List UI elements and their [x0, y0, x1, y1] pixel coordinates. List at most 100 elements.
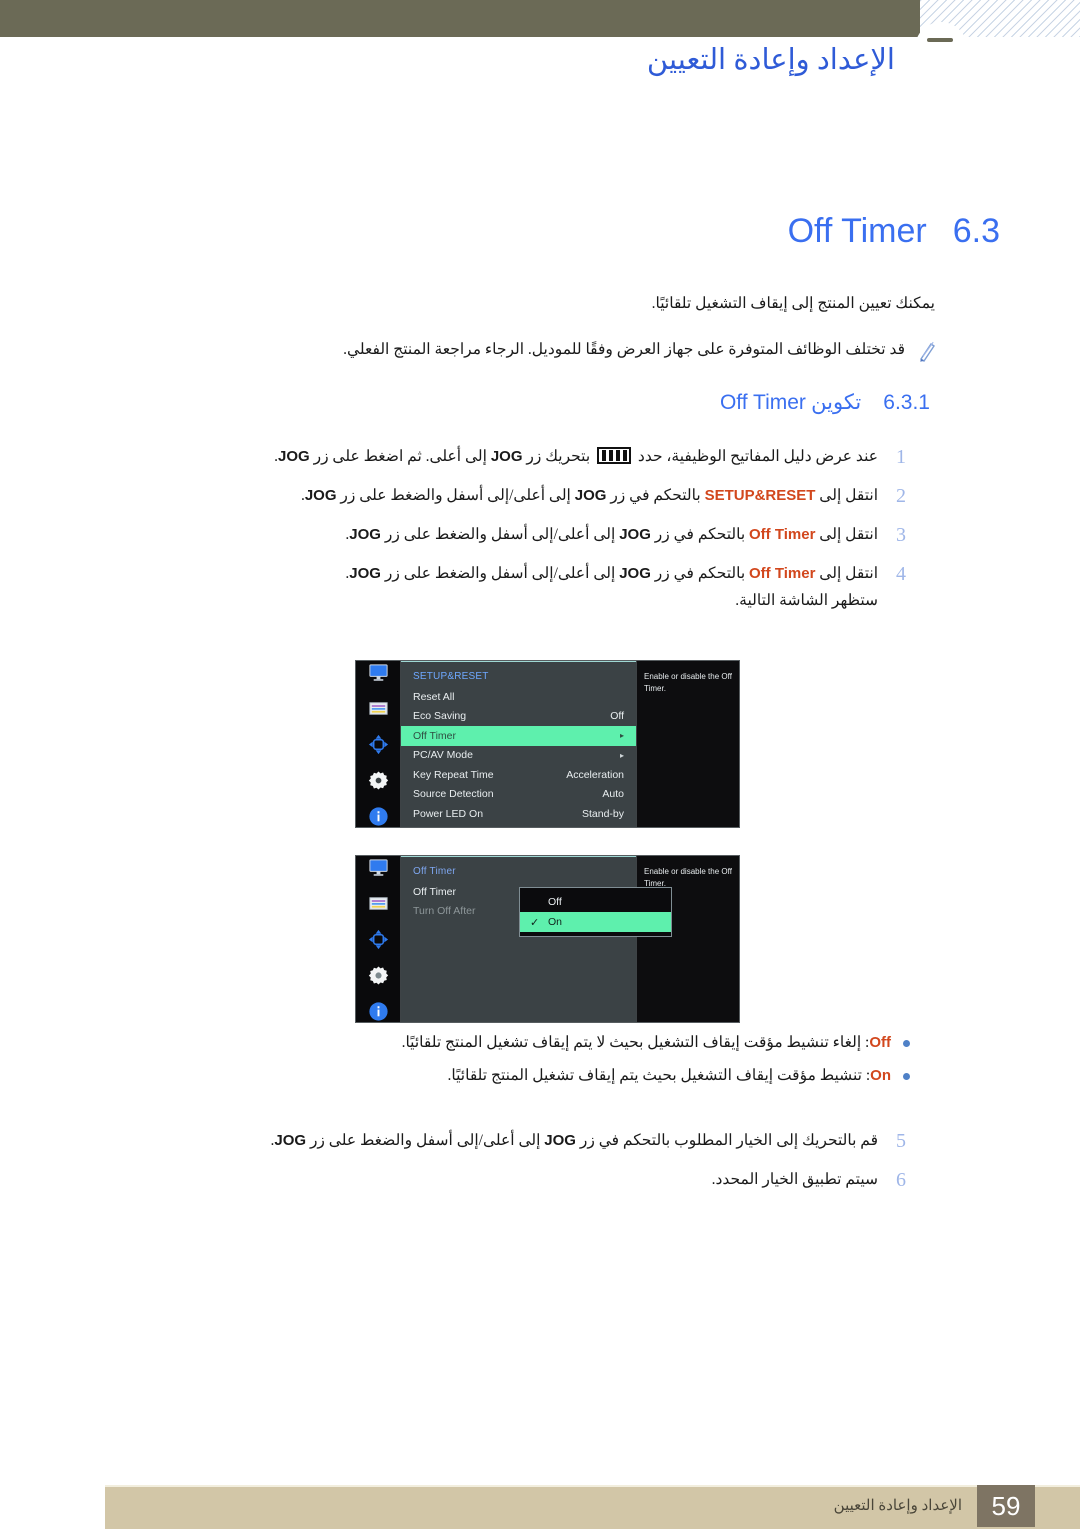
keyword-jog: JOG — [619, 565, 651, 582]
osd-row-reset-all[interactable]: Reset All — [401, 687, 636, 707]
bullet-item: On: تنشيط مؤقت إيقاف التشغيل بحيث يتم إي… — [170, 1063, 910, 1089]
keyword-jog: JOG — [574, 487, 607, 504]
header-band — [0, 0, 920, 37]
info-icon — [367, 1000, 390, 1023]
footer-caption: الإعداد وإعادة التعيين — [833, 1498, 962, 1514]
step-text-post: إلى أعلى/إلى أسفل والضغط على زر — [309, 1132, 541, 1149]
bullet-text: On: تنشيط مؤقت إيقاف التشغيل بحيث يتم إي… — [170, 1063, 891, 1089]
osd-screenshot-off-timer: Off Timer Off Timer Turn Off After Off ✓… — [355, 855, 740, 1023]
dropdown-option-on[interactable]: ✓ On — [520, 912, 671, 932]
osd-icon-rail — [356, 856, 401, 1022]
osd-menu-panel: Off Timer Off Timer Turn Off After Off ✓… — [401, 856, 672, 1022]
step-item: 5 قم بالتحريك إلى الخيار المطلوب بالتحكم… — [170, 1128, 910, 1155]
step-text-mid: بالتحكم في زر — [610, 487, 701, 504]
info-icon — [367, 805, 390, 828]
osd-help-text: Enable or disable the Off Timer. — [636, 856, 739, 1022]
osd-row-value: Auto — [602, 788, 624, 801]
chevron-right-icon: ▸ — [619, 750, 624, 760]
osd-row-power-led-on[interactable]: Power LED On Stand-by — [401, 804, 636, 824]
step-text-extra: ستظهر الشاشة التالية. — [735, 591, 878, 609]
step-text-post: إلى أعلى/إلى أسفل والضغط على زر — [384, 565, 616, 582]
keyword-jog: JOG — [619, 526, 651, 543]
pencil-note-icon — [917, 340, 937, 362]
osd-row-pc-av-mode[interactable]: PC/AV Mode ▸ — [401, 746, 636, 766]
page-number-badge: 59 — [977, 1485, 1035, 1527]
step-text-pre: انتقل إلى — [819, 526, 878, 543]
osd-row-eco-saving[interactable]: Eco Saving Off — [401, 707, 636, 727]
subsection-heading: 6.3.1 تكوين Off Timer — [720, 390, 930, 415]
section-title: Off Timer — [787, 212, 927, 250]
step-number: 1 — [896, 446, 906, 468]
keyword-jog: JOG — [304, 487, 337, 504]
keyword-off-timer: Off Timer — [749, 526, 816, 543]
chevron-right-icon: ▸ — [619, 731, 624, 741]
step-number: 6 — [896, 1169, 906, 1191]
step-text-pre: عند عرض دليل المفاتيح الوظيفية، حدد — [637, 448, 878, 465]
bullet-dot-icon — [903, 1040, 910, 1047]
step-text-post: إلى أعلى. ثم اضغط على زر — [313, 448, 487, 465]
gear-icon — [367, 964, 390, 987]
osd-icon-rail — [356, 661, 401, 827]
subsection-title: تكوين Off Timer — [720, 390, 861, 415]
bullet-dot-icon — [903, 1073, 910, 1081]
subsection-number: 6.3.1 — [883, 391, 930, 414]
osd-menu-title: Off Timer — [413, 866, 456, 877]
step-number: 3 — [896, 524, 906, 546]
keyword-jog: JOG — [278, 448, 310, 465]
osd-row-value: Off — [610, 710, 624, 723]
keyword-jog: JOG — [274, 1132, 307, 1149]
picture-bars-icon — [367, 892, 390, 915]
step-item: 2 انتقل إلى SETUP&RESET بالتحكم في زر JO… — [170, 483, 910, 510]
picture-bars-icon — [367, 697, 390, 720]
keyword-setup-reset: SETUP&RESET — [704, 487, 816, 504]
step-text: قم بالتحريك إلى الخيار المطلوب بالتحكم ف… — [170, 1128, 879, 1155]
check-icon: ✓ — [530, 916, 540, 929]
directional-pad-icon — [367, 928, 390, 951]
steps-list-top: 1 عند عرض دليل المفاتيح الوظيفية، حدد بت… — [170, 444, 910, 626]
step-text-post: إلى أعلى/إلى أسفل والضغط على زر — [340, 487, 571, 504]
page-title: الإعداد وإعادة التعيين — [646, 44, 895, 76]
dropdown-option-off[interactable]: Off — [520, 892, 671, 912]
step-item: 1 عند عرض دليل المفاتيح الوظيفية، حدد بت… — [170, 444, 910, 471]
osd-row-off-timer[interactable]: Off Timer ▸ — [401, 726, 636, 746]
osd-row-source-detection[interactable]: Source Detection Auto — [401, 785, 636, 805]
note-text: قد تختلف الوظائف المتوفرة على جهاز العرض… — [343, 341, 905, 358]
function-key-guide-icon — [597, 447, 632, 464]
osd-row-label: Source Detection — [413, 788, 494, 801]
step-item: 3 انتقل إلى Off Timer بالتحكم في زر JOG … — [170, 522, 910, 549]
osd-row-label: PC/AV Mode — [413, 749, 473, 762]
section-heading: 6.3 Off Timer — [788, 212, 1000, 251]
step-text: سيتم تطبيق الخيار المحدد. — [711, 1171, 878, 1188]
subsection-title-ar: تكوين — [811, 390, 862, 414]
bullet-keyword-on: On — [870, 1067, 891, 1085]
osd-row-label: Key Repeat Time — [413, 768, 494, 781]
keyword-jog: JOG — [490, 448, 523, 465]
osd-row-label: Off Timer — [413, 729, 456, 742]
step-text: عند عرض دليل المفاتيح الوظيفية، حدد بتحر… — [170, 444, 878, 471]
osd-help-text: Enable or disable the Off Timer. — [636, 661, 739, 827]
step-text-post: إلى أعلى/إلى أسفل والضغط على زر — [384, 526, 616, 543]
step-text: انتقل إلى SETUP&RESET بالتحكم في زر JOG … — [170, 483, 878, 510]
step-text-mid: بالتحكم في زر — [654, 565, 746, 582]
bullet-list: Off: إلغاء تنشيط مؤقت إيقاف التشغيل بحيث… — [170, 1030, 910, 1097]
step-number: 2 — [896, 485, 906, 507]
keyword-off-timer: Off Timer — [749, 565, 816, 582]
step-text-pre: قم بالتحريك إلى الخيار المطلوب بالتحكم ف… — [579, 1132, 878, 1149]
osd-row-label: Power LED On — [413, 807, 484, 820]
steps-list-bottom: 5 قم بالتحريك إلى الخيار المطلوب بالتحكم… — [170, 1128, 910, 1206]
keyword-jog: JOG — [349, 565, 381, 582]
step-text: انتقل إلى Off Timer بالتحكم في زر JOG إل… — [170, 561, 878, 614]
keyword-jog: JOG — [544, 1132, 576, 1149]
osd-row-key-repeat-time[interactable]: Key Repeat Time Acceleration — [401, 765, 636, 785]
osd-dropdown-off-timer[interactable]: Off ✓ On — [519, 887, 672, 937]
osd-row-value: Stand-by — [581, 807, 624, 820]
bullet-text: Off: إلغاء تنشيط مؤقت إيقاف التشغيل بحيث… — [170, 1030, 891, 1056]
osd-row-value: Acceleration — [566, 768, 624, 781]
bullet-description: : إلغاء تنشيط مؤقت إيقاف التشغيل بحيث لا… — [401, 1034, 870, 1051]
step-number: 5 — [896, 1130, 906, 1152]
section-intro-text: يمكنك تعيين المنتج إلى إيقاف التشغيل تلق… — [651, 295, 935, 312]
note-row: قد تختلف الوظائف المتوفرة على جهاز العرض… — [167, 338, 937, 363]
bullet-keyword-off: Off — [869, 1034, 891, 1051]
gear-icon — [367, 769, 390, 792]
osd-menu-panel: SETUP&RESET Reset All Eco Saving Off Off… — [401, 661, 636, 827]
